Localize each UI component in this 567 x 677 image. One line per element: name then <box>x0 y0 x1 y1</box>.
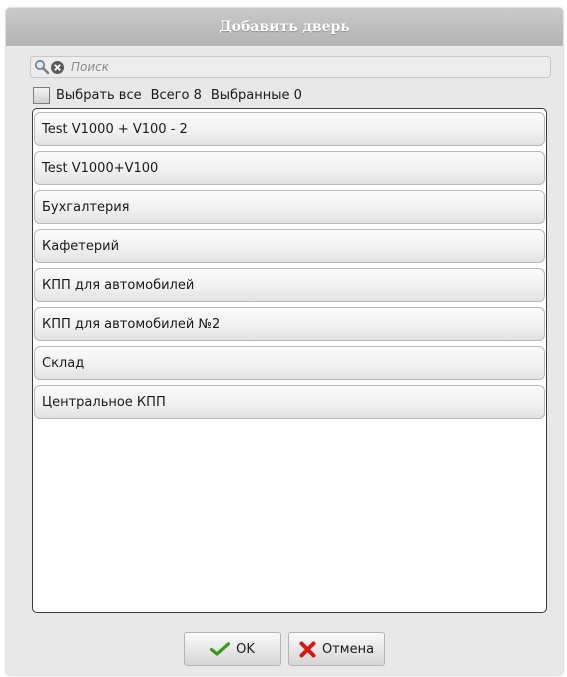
door-label: Центральное КПП <box>42 394 166 410</box>
search-icon[interactable] <box>34 59 50 75</box>
select-all-label[interactable]: Выбрать все <box>56 88 142 103</box>
list-item[interactable]: Test V1000+V100 <box>34 151 545 185</box>
selected-count: Выбранные 0 <box>210 87 302 103</box>
total-count: Всего 8 <box>150 87 202 103</box>
search-input[interactable] <box>71 60 511 74</box>
list-item[interactable]: Центральное КПП <box>34 385 545 419</box>
cancel-button[interactable]: Отмена <box>288 632 385 666</box>
ok-button[interactable]: OK <box>184 632 281 666</box>
cancel-label: Отмена <box>321 641 375 657</box>
search-box[interactable] <box>30 56 551 78</box>
dialog-title: Добавить дверь <box>219 19 350 35</box>
selection-bar: Выбрать все Всего 8 Выбранные 0 <box>33 85 302 105</box>
door-label: КПП для автомобилей <box>42 277 195 293</box>
door-list[interactable]: Test V1000 + V100 - 2 Test V1000+V100 Бу… <box>32 108 547 613</box>
list-item[interactable]: Склад <box>34 346 545 380</box>
door-label: Бухгалтерия <box>42 199 130 215</box>
dialog-titlebar[interactable]: Добавить дверь <box>6 8 563 46</box>
door-label: Склад <box>42 355 85 371</box>
door-label: Test V1000+V100 <box>42 160 159 176</box>
door-label: Test V1000 + V100 - 2 <box>42 121 188 137</box>
add-door-dialog: Добавить дверь Выбрать все Всего 8 Выбра… <box>6 8 563 675</box>
dialog-footer: OK Отмена <box>6 632 563 668</box>
list-item[interactable]: Test V1000 + V100 - 2 <box>34 112 545 146</box>
select-all-checkbox[interactable] <box>33 86 50 104</box>
list-item[interactable]: КПП для автомобилей №2 <box>34 307 545 341</box>
door-label: КПП для автомобилей №2 <box>42 316 221 332</box>
red-x-icon <box>299 641 316 658</box>
ok-label: OK <box>236 641 255 657</box>
door-label: Кафетерий <box>42 238 120 254</box>
list-item[interactable]: КПП для автомобилей <box>34 268 545 302</box>
checkmark-icon <box>210 642 231 656</box>
list-item[interactable]: Бухгалтерия <box>34 190 545 224</box>
clear-icon[interactable] <box>50 60 65 75</box>
list-item[interactable]: Кафетерий <box>34 229 545 263</box>
